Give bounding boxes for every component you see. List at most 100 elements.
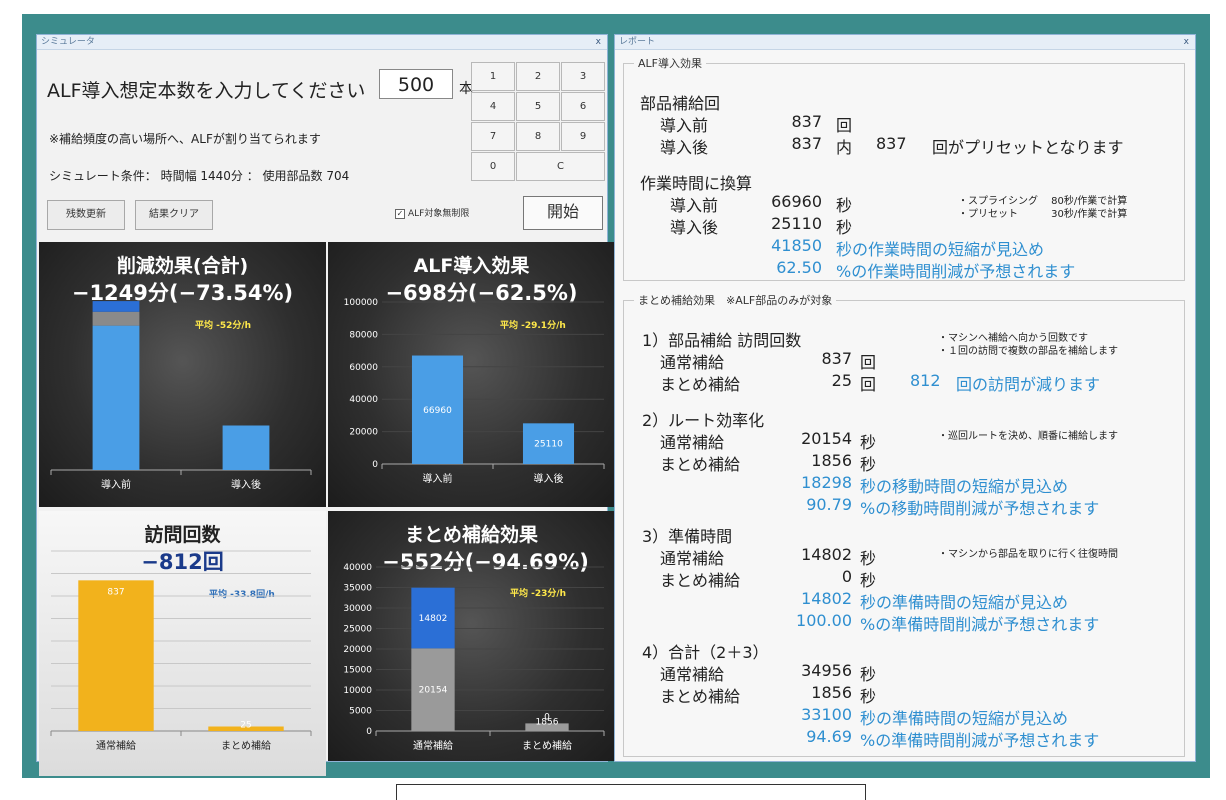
visit-batch-label: まとめ補給 bbox=[660, 375, 741, 394]
key-5[interactable]: 5 bbox=[516, 92, 560, 121]
y-tick-label: 25000 bbox=[343, 625, 372, 635]
bar-segment bbox=[222, 425, 270, 470]
chart-panel-total-reduction: 削減効果(合計) −1249分(−73.54%) 平均 -52分/h 導入前 導入後 bbox=[39, 242, 326, 507]
data-label: 66960 bbox=[423, 406, 452, 416]
data-label: 20154 bbox=[419, 686, 448, 696]
preset-note: ・プリセット 30秒/作業で計算 bbox=[958, 209, 1128, 220]
visit-normal-label: 通常補給 bbox=[660, 353, 725, 372]
simulator-input-area: ALF導入想定本数を入力してください 500 本 ※補給頻度の高い場所へ、ALF… bbox=[37, 50, 607, 242]
y-tick-label: 40000 bbox=[349, 395, 378, 405]
x-tick-label: 導入前 bbox=[101, 478, 131, 491]
close-icon[interactable]: x bbox=[596, 35, 601, 49]
total-batch-unit: 秒 bbox=[860, 687, 877, 706]
work-before-label: 導入前 bbox=[670, 196, 719, 215]
route-batch-unit: 秒 bbox=[860, 455, 877, 474]
quantity-input[interactable]: 500 bbox=[379, 69, 453, 99]
route-normal-value: 20154 bbox=[801, 429, 852, 448]
clear-results-button[interactable]: 結果クリア bbox=[135, 200, 213, 230]
alf-effect-chart: ALF導入効果 −698分(−62.5%) 平均 -29.1分/h 0 20000 400… bbox=[344, 254, 605, 485]
work-percent-value: 62.50 bbox=[776, 258, 822, 277]
key-4[interactable]: 4 bbox=[471, 92, 515, 121]
data-label: 14802 bbox=[419, 614, 448, 624]
route-saving-value: 18298 bbox=[801, 473, 852, 492]
work-after-unit: 秒 bbox=[836, 218, 853, 237]
route-normal-label: 通常補給 bbox=[660, 433, 725, 452]
chart-average-note: 平均 -29.1分/h bbox=[500, 319, 566, 331]
key-9[interactable]: 9 bbox=[561, 122, 605, 151]
parts-after-label: 導入後 bbox=[660, 138, 709, 157]
key-7[interactable]: 7 bbox=[471, 122, 515, 151]
visit-normal-unit: 回 bbox=[860, 353, 877, 372]
data-label: 25 bbox=[240, 721, 251, 731]
key-2[interactable]: 2 bbox=[516, 62, 560, 91]
y-tick-label: 40000 bbox=[343, 563, 372, 573]
start-button[interactable]: 開始 bbox=[523, 196, 603, 230]
key-1[interactable]: 1 bbox=[471, 62, 515, 91]
key-clear[interactable]: C bbox=[516, 152, 605, 181]
data-label: 837 bbox=[107, 587, 124, 597]
x-tick-label: まとめ補給 bbox=[221, 739, 271, 752]
chart-subtitle: −552分(−94.69%) bbox=[382, 550, 589, 574]
work-saving-text: 秒の作業時間の短縮が見込め bbox=[836, 240, 1045, 259]
report-titlebar: レポート x bbox=[615, 35, 1195, 50]
bar-segment bbox=[92, 325, 140, 470]
key-8[interactable]: 8 bbox=[516, 122, 560, 151]
work-heading: 作業時間に換算 bbox=[640, 174, 753, 193]
parts-heading: 部品補給回 bbox=[640, 94, 721, 113]
work-after-value: 25110 bbox=[771, 214, 822, 233]
route-batch-label: まとめ補給 bbox=[660, 455, 741, 474]
y-tick-label: 15000 bbox=[343, 666, 372, 676]
work-after-label: 導入後 bbox=[670, 218, 719, 237]
total-batch-label: まとめ補給 bbox=[660, 687, 741, 706]
prep-percent-value: 100.00 bbox=[796, 611, 852, 630]
simulator-window: シミュレータ x ALF導入想定本数を入力してください 500 本 ※補給頻度の… bbox=[36, 34, 615, 776]
work-before-unit: 秒 bbox=[836, 196, 853, 215]
data-label: 25110 bbox=[534, 440, 563, 450]
visit-reduced-value: 812 bbox=[910, 371, 941, 390]
y-tick-label: 10000 bbox=[343, 686, 372, 696]
y-tick-label: 20000 bbox=[349, 428, 378, 438]
y-tick-label: 30000 bbox=[343, 604, 372, 614]
parts-before-unit: 回 bbox=[836, 116, 853, 135]
prep-normal-label: 通常補給 bbox=[660, 549, 725, 568]
report-window: レポート x ALF導入効果 部品補給回 導入前 837 回 導入後 837 内… bbox=[614, 34, 1196, 762]
close-icon[interactable]: x bbox=[1184, 35, 1189, 49]
bar-segment bbox=[78, 580, 154, 731]
key-0[interactable]: 0 bbox=[471, 152, 515, 181]
y-tick-label: 80000 bbox=[349, 330, 378, 340]
figure-caption-box bbox=[396, 784, 866, 800]
prep-note: ・マシンから部品を取りに行く往復時間 bbox=[938, 549, 1118, 560]
total-reduction-chart: 削減効果(合計)−1249分(−73.54%)平均 -52分/h導入前 導入後 bbox=[50, 254, 312, 491]
parts-before-label: 導入前 bbox=[660, 116, 709, 135]
chart-average-note: 平均 -33.8回/h bbox=[209, 588, 275, 600]
refresh-count-button[interactable]: 残数更新 bbox=[47, 200, 125, 230]
parts-before-value: 837 bbox=[791, 112, 822, 131]
key-6[interactable]: 6 bbox=[561, 92, 605, 121]
alf-effect-group: ALF導入効果 部品補給回 導入前 837 回 導入後 837 内 837 回が… bbox=[623, 55, 1185, 281]
chart-subtitle: −698分(−62.5%) bbox=[385, 281, 577, 305]
x-tick-label: 導入後 bbox=[534, 472, 564, 485]
x-tick-label: 導入前 bbox=[423, 472, 453, 485]
prep-saving-value: 14802 bbox=[801, 589, 852, 608]
work-percent-text: %の作業時間削減が予想されます bbox=[836, 262, 1076, 281]
y-tick-label: 0 bbox=[366, 727, 372, 737]
chart-panel-batch-effect: まとめ補給効果 −552分(−94.69%) 平均 -23分/h 0 5000 10000… bbox=[328, 511, 615, 761]
prep-normal-unit: 秒 bbox=[860, 549, 877, 568]
chart-panel-alf-effect: ALF導入効果 −698分(−62.5%) 平均 -29.1分/h 0 20000 400… bbox=[328, 242, 615, 507]
chart-average-note: 平均 -52分/h bbox=[195, 319, 251, 331]
key-3[interactable]: 3 bbox=[561, 62, 605, 91]
simulation-condition: シミュレート条件： 時間幅 1440分 ： 使用部品数 704 bbox=[49, 169, 350, 183]
alf-unlimited-checkbox[interactable]: ✓ ALF対象無制限 bbox=[395, 206, 469, 219]
simulator-title: シミュレータ bbox=[41, 37, 95, 47]
visit-count-chart: 訪問回数 −812回平均 -33.8回/h 837 通常補給 25 まとめ補給 bbox=[50, 523, 312, 752]
visit-note-2: ・１回の訪問で複数の部品を補給します bbox=[938, 346, 1118, 357]
route-normal-unit: 秒 bbox=[860, 433, 877, 452]
route-batch-value: 1856 bbox=[811, 451, 852, 470]
chart-title: ALF導入効果 bbox=[414, 254, 530, 277]
total-normal-unit: 秒 bbox=[860, 665, 877, 684]
x-tick-label: 導入後 bbox=[231, 478, 261, 491]
checkbox-check-icon[interactable]: ✓ bbox=[395, 208, 405, 219]
y-tick-label: 35000 bbox=[343, 584, 372, 594]
route-note: ・巡回ルートを決め、順番に補給します bbox=[938, 431, 1118, 442]
visit-batch-unit: 回 bbox=[860, 375, 877, 394]
